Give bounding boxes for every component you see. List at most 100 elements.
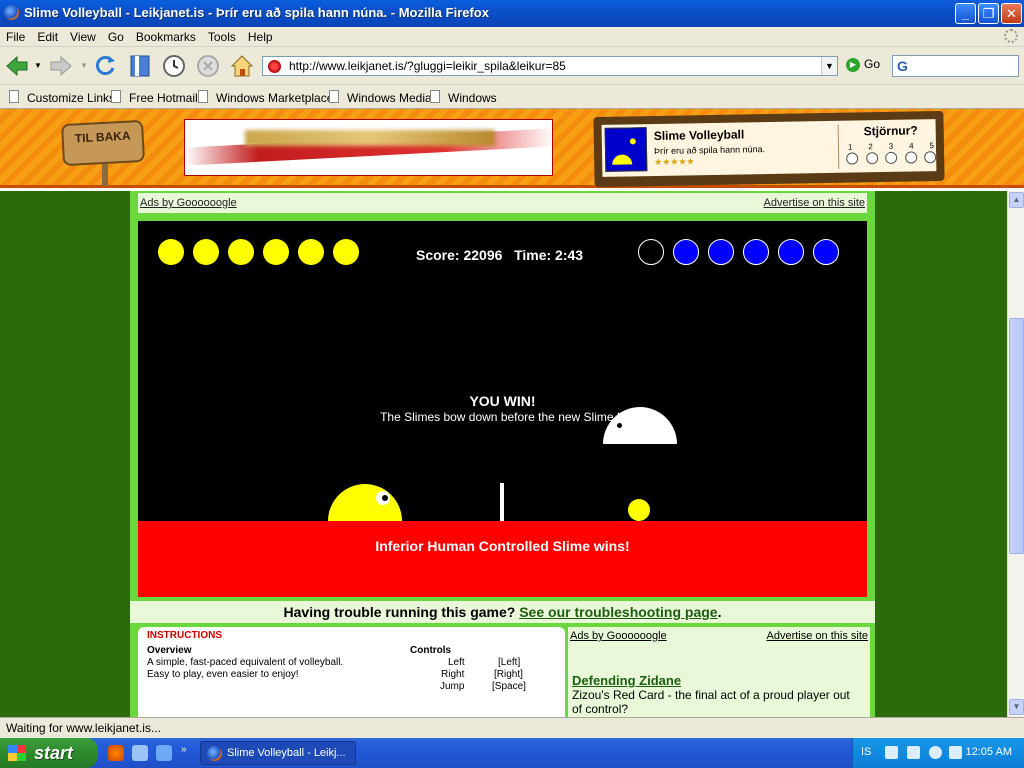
back-sign-button[interactable]: TIL BAKA <box>60 119 146 167</box>
winner-banner: Inferior Human Controlled Slime wins! <box>375 538 630 554</box>
overview-heading: Overview <box>147 645 192 656</box>
url-text: http://www.leikjanet.is/?gluggi=leikir_s… <box>289 59 566 73</box>
vote-number: 3 <box>888 141 894 151</box>
close-button[interactable]: ✕ <box>1001 3 1022 24</box>
controls-heading: Controls <box>410 645 452 656</box>
back-dropdown-icon[interactable]: ▼ <box>34 61 42 70</box>
vote-label: Stjörnur? <box>863 123 918 139</box>
player-slime <box>328 484 402 521</box>
scroll-up-icon[interactable]: ▲ <box>1009 192 1024 208</box>
restore-button[interactable]: ❐ <box>978 3 999 24</box>
advertise-link[interactable]: Advertise on this site <box>764 197 866 209</box>
instructions-heading: INSTRUCTIONS <box>147 630 222 641</box>
bookmark-windows[interactable]: Windows <box>448 91 497 105</box>
help-icon[interactable] <box>885 746 898 759</box>
search-input[interactable]: G <box>892 55 1019 77</box>
menu-tools[interactable]: Tools <box>202 27 242 44</box>
vote-number: 2 <box>868 142 873 152</box>
game-name: Slime Volleyball <box>653 127 745 144</box>
page-icon <box>111 90 121 103</box>
quicklaunch-ie-icon[interactable] <box>156 745 172 761</box>
game-description: Þrír eru að spila hann núna. <box>653 144 766 157</box>
trouble-bar: Having trouble running this game? See ou… <box>130 601 875 623</box>
bookmarks-icon[interactable] <box>127 53 153 79</box>
forward-button[interactable] <box>48 53 74 79</box>
control-key: [Left] <box>498 657 521 668</box>
advertise-link[interactable]: Advertise on this site <box>767 630 869 642</box>
game-canvas[interactable]: Score: 22096 Time: 2:43 YOU WIN! The Sli… <box>138 221 867 597</box>
language-indicator[interactable]: IS <box>861 746 871 758</box>
reload-icon[interactable] <box>92 53 118 79</box>
menu-bar: File Edit View Go Bookmarks Tools Help <box>0 27 1024 47</box>
quicklaunch-firefox-icon[interactable] <box>108 745 124 761</box>
left-score-ball <box>193 239 219 265</box>
slime-pupil <box>382 495 388 501</box>
game-ground <box>138 521 867 597</box>
menu-go[interactable]: Go <box>102 27 130 44</box>
status-bar: Waiting for www.leikjanet.is... <box>0 717 1024 738</box>
page-icon <box>329 90 339 103</box>
score-time-readout: Score: 22096 Time: 2:43 <box>416 247 583 263</box>
menu-edit[interactable]: Edit <box>31 27 64 44</box>
vertical-scrollbar[interactable]: ▲ ▼ <box>1007 191 1024 717</box>
vote-radio-1[interactable] <box>846 152 859 165</box>
ads-by-google-link[interactable]: Ads by Goooooogle <box>140 197 237 209</box>
site-favicon-icon <box>268 60 281 73</box>
troubleshooting-link[interactable]: See our troubleshooting page <box>519 604 717 620</box>
side-ads-panel: Ads by Goooooogle Advertise on this site… <box>568 627 870 717</box>
ad-title-link[interactable]: Defending Zidane <box>572 673 681 688</box>
instructions-panel: INSTRUCTIONS Overview A simple, fast-pac… <box>138 627 565 717</box>
vote-number: 5 <box>929 141 934 151</box>
bookmark-customize-links[interactable]: Customize Links <box>27 91 115 105</box>
minimize-button[interactable]: _ <box>955 3 976 24</box>
right-score-ball <box>813 239 839 265</box>
star-rating: ★★★★★ <box>654 156 695 168</box>
menu-view[interactable]: View <box>64 27 102 44</box>
vote-radio-5[interactable] <box>924 151 937 164</box>
bookmark-windows-media[interactable]: Windows Media <box>347 91 432 105</box>
page-icon <box>198 90 208 103</box>
control-action: Right <box>441 669 465 680</box>
url-dropdown-icon[interactable]: ▼ <box>821 57 837 75</box>
back-button[interactable] <box>4 53 30 79</box>
start-button[interactable]: start <box>0 738 98 768</box>
menu-bookmarks[interactable]: Bookmarks <box>130 27 202 44</box>
arrow-icon[interactable] <box>929 746 942 759</box>
quicklaunch-desktop-icon[interactable] <box>132 745 148 761</box>
network-icon[interactable] <box>907 746 920 759</box>
scroll-down-icon[interactable]: ▼ <box>1009 699 1024 715</box>
vote-number: 1 <box>847 142 853 152</box>
display-icon[interactable] <box>949 746 962 759</box>
go-arrow-icon: ▶ <box>846 57 860 72</box>
firefox-icon <box>4 5 19 20</box>
taskbar-item-firefox[interactable]: Slime Volleyball - Leikj... <box>200 741 356 765</box>
vote-radio-3[interactable] <box>885 151 898 164</box>
overview-line-1: A simple, fast-paced equivalent of volle… <box>147 657 344 668</box>
bookmarks-toolbar: Customize Links Free Hotmail Windows Mar… <box>0 85 1024 109</box>
bookmark-windows-marketplace[interactable]: Windows Marketplace <box>216 91 333 105</box>
vote-radio-4[interactable] <box>904 151 917 164</box>
go-label: Go <box>864 57 881 71</box>
menu-help[interactable]: Help <box>242 27 279 44</box>
right-score-ball <box>743 239 769 265</box>
right-score-ball <box>708 239 734 265</box>
game-info-card: Slime Volleyball Þrír eru að spila hann … <box>593 110 945 188</box>
url-field[interactable]: http://www.leikjanet.is/?gluggi=leikir_s… <box>262 56 838 76</box>
bookmark-free-hotmail[interactable]: Free Hotmail <box>129 91 198 105</box>
menu-file[interactable]: File <box>0 27 31 44</box>
go-button[interactable]: ▶ Go <box>846 57 880 72</box>
right-score-ball <box>638 239 664 265</box>
throbber-icon <box>1004 29 1018 43</box>
home-icon[interactable] <box>229 53 255 79</box>
history-icon[interactable] <box>161 53 187 79</box>
ads-by-google-link[interactable]: Ads by Goooooogle <box>570 630 667 642</box>
page-icon <box>430 90 440 103</box>
control-action: Left <box>448 657 465 668</box>
forward-dropdown-icon[interactable]: ▼ <box>80 61 88 70</box>
ad-banner[interactable] <box>184 119 553 176</box>
volleyball-ball <box>628 499 650 521</box>
scroll-thumb[interactable] <box>1009 318 1024 554</box>
quicklaunch-chevron-icon[interactable]: » <box>181 744 187 755</box>
stop-icon[interactable] <box>195 53 221 79</box>
vote-radio-2[interactable] <box>865 152 878 165</box>
